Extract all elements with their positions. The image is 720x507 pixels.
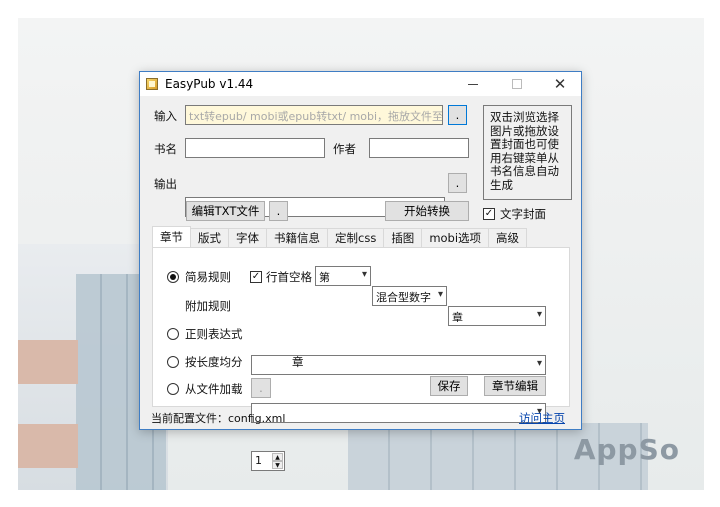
input-file-field[interactable]: txt转epub/ mobi或epub转txt/ mobi，拖放文件至此 bbox=[185, 105, 443, 125]
tab-chapter[interactable]: 章节 bbox=[152, 226, 191, 247]
app-book-icon bbox=[146, 78, 158, 90]
checkmark-icon: ✓ bbox=[483, 208, 495, 220]
chapter-suffix-value: 章 bbox=[452, 311, 463, 324]
length-value: 1 bbox=[255, 454, 262, 467]
line-space-checkbox[interactable]: ✓ 行首空格 bbox=[250, 269, 312, 285]
length-stepper[interactable]: 1 ▲ ▼ bbox=[251, 451, 285, 471]
cover-image-area[interactable]: 双击浏览选择图片或拖放设置封面也可使用右键菜单从书名信息自动生成 bbox=[483, 105, 572, 200]
appso-watermark: AppSo bbox=[573, 433, 680, 466]
simple-rule-radio[interactable]: 简易规则 bbox=[167, 269, 231, 285]
stepper-down-icon[interactable]: ▼ bbox=[272, 461, 283, 469]
tab-advanced[interactable]: 高级 bbox=[488, 228, 528, 247]
tab-layout[interactable]: 版式 bbox=[190, 228, 229, 247]
output-label: 输出 bbox=[154, 177, 177, 191]
chapter-number-value: 混合型数字 bbox=[376, 291, 431, 304]
chapter-prefix-select[interactable]: 第 ▾ bbox=[315, 266, 371, 286]
chapter-panel: 简易规则 ✓ 行首空格 第 ▾ 混合型数字 ▾ 章 ▾ 附加规则 ▾ 正则表达式 ▾ … bbox=[152, 247, 570, 471]
simple-rule-label: 简易规则 bbox=[185, 270, 231, 284]
chapter-suffix-select[interactable]: 章 ▾ bbox=[448, 306, 546, 326]
title-bar[interactable]: EasyPub v1.44 ✕ bbox=[140, 72, 581, 96]
radio-empty-icon bbox=[167, 356, 179, 368]
input-browse-button[interactable]: . bbox=[448, 105, 467, 125]
from-file-radio[interactable]: 从文件加载 bbox=[167, 381, 243, 397]
input-label: 输入 bbox=[154, 109, 177, 123]
chapter-prefix-value: 第 bbox=[319, 271, 330, 284]
line-space-label: 行首空格 bbox=[266, 270, 312, 284]
chevron-down-icon: ▾ bbox=[361, 269, 367, 280]
close-button[interactable]: ✕ bbox=[539, 72, 581, 96]
edit-txt-extra-button[interactable]: . bbox=[269, 201, 288, 221]
regex-radio[interactable]: 正则表达式 bbox=[167, 326, 243, 342]
settings-tabs: 章节 版式 字体 书籍信息 定制css 插图 mobi选项 高级 bbox=[152, 226, 528, 247]
regex-select[interactable]: ▾ bbox=[251, 403, 546, 423]
title-field[interactable] bbox=[185, 138, 325, 158]
chevron-down-icon: ▾ bbox=[536, 358, 542, 369]
radio-empty-icon bbox=[167, 328, 179, 340]
radio-selected-icon bbox=[167, 271, 179, 283]
edit-txt-button[interactable]: 编辑TXT文件 bbox=[186, 201, 265, 221]
tab-font[interactable]: 字体 bbox=[228, 228, 267, 247]
load-file-button[interactable]: . bbox=[251, 378, 271, 398]
output-browse-button[interactable]: . bbox=[448, 173, 467, 193]
extra-rule-label: 附加规则 bbox=[185, 299, 231, 313]
chevron-down-icon: ▾ bbox=[437, 289, 443, 300]
text-cover-checkbox[interactable]: ✓ 文字封面 bbox=[483, 206, 546, 222]
visit-homepage-link[interactable]: 访问主页 bbox=[519, 410, 565, 426]
chapter-edit-button[interactable]: 章节编辑 bbox=[484, 376, 546, 396]
close-icon: ✕ bbox=[553, 75, 567, 93]
tab-mobi-options[interactable]: mobi选项 bbox=[421, 228, 490, 247]
stepper-up-icon[interactable]: ▲ bbox=[272, 453, 283, 461]
maximize-button[interactable] bbox=[496, 72, 538, 96]
author-field[interactable] bbox=[369, 138, 469, 158]
save-button[interactable]: 保存 bbox=[430, 376, 468, 396]
title-label: 书名 bbox=[154, 142, 177, 156]
minimize-icon bbox=[468, 83, 478, 85]
from-file-label: 从文件加载 bbox=[185, 382, 243, 396]
chapter-number-select[interactable]: 混合型数字 ▾ bbox=[372, 286, 447, 306]
start-convert-button[interactable]: 开始转换 bbox=[385, 201, 469, 221]
config-status: 当前配置文件：config.xml bbox=[151, 412, 286, 425]
radio-empty-icon bbox=[167, 383, 179, 395]
by-length-label: 按长度均分 bbox=[185, 355, 243, 369]
author-label: 作者 bbox=[333, 142, 356, 156]
regex-label: 正则表达式 bbox=[185, 327, 243, 341]
tab-illustrations[interactable]: 插图 bbox=[383, 228, 423, 247]
tab-custom-css[interactable]: 定制css bbox=[327, 228, 385, 247]
tab-book-info[interactable]: 书籍信息 bbox=[266, 228, 328, 247]
window-title: EasyPub v1.44 bbox=[165, 77, 254, 91]
length-unit-label: 章 bbox=[292, 355, 304, 369]
by-length-radio[interactable]: 按长度均分 bbox=[167, 354, 243, 370]
chevron-down-icon: ▾ bbox=[536, 309, 542, 320]
easypub-window: EasyPub v1.44 ✕ 输入 txt转epub/ mobi或epub转t… bbox=[139, 71, 582, 471]
checkmark-icon: ✓ bbox=[250, 271, 262, 283]
text-cover-label: 文字封面 bbox=[500, 207, 546, 221]
maximize-icon bbox=[512, 79, 522, 89]
minimize-button[interactable] bbox=[452, 72, 494, 96]
